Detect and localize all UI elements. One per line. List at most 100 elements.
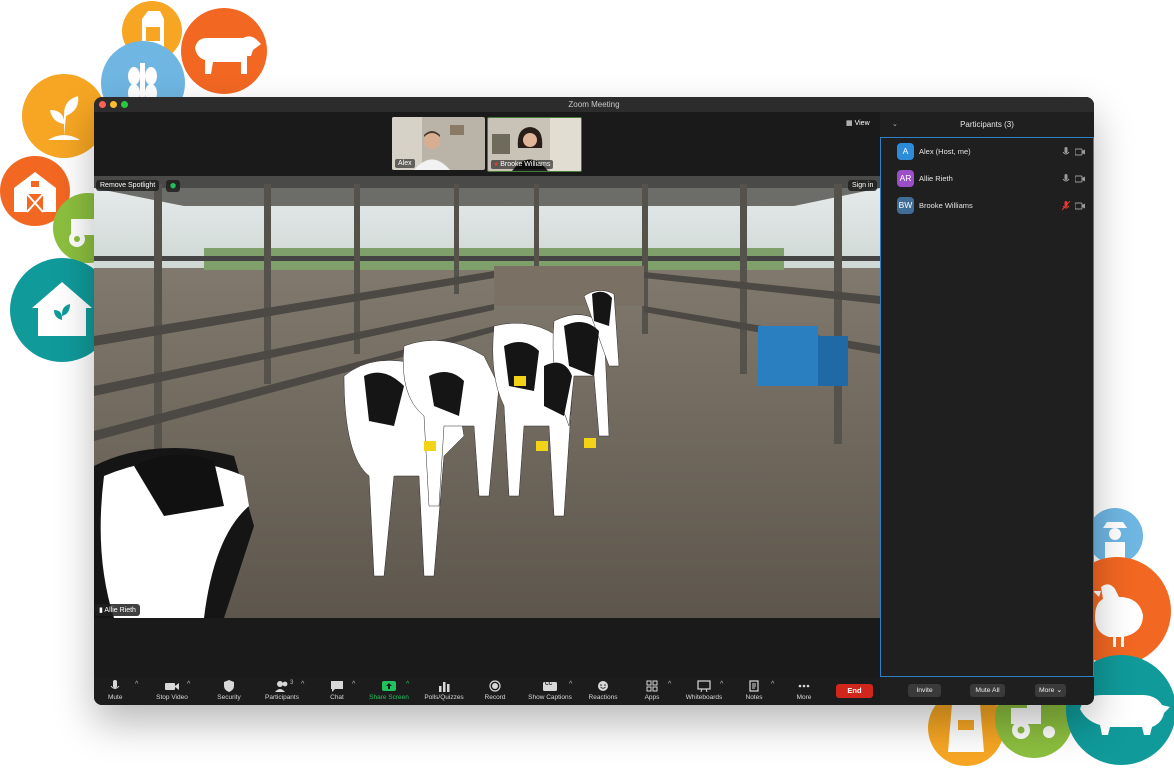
- speaker-name-tag: ▮ Allie Rieth: [95, 604, 140, 616]
- record-icon: [489, 680, 501, 692]
- participant-name: Brooke Williams: [919, 201, 973, 210]
- muted-mic-icon: ●: [494, 161, 499, 168]
- security-shield-icon: [224, 680, 234, 692]
- more-dots-icon: [798, 684, 810, 688]
- share-screen-icon: [382, 681, 396, 691]
- video-camera-icon[interactable]: [1075, 202, 1086, 210]
- sign-in-label: Sign in: [852, 182, 874, 189]
- thumbnail-name-brooke-text: Brooke Williams: [500, 161, 551, 168]
- notes-button[interactable]: Notes: [742, 679, 766, 703]
- video-camera-icon[interactable]: [1075, 175, 1086, 183]
- participant-name: Alex (Host, me): [919, 147, 971, 156]
- view-button[interactable]: ▦ View: [842, 117, 874, 129]
- participants-panel-header: ⌄ Participants (3): [880, 112, 1094, 137]
- notes-options-caret-icon[interactable]: ^: [771, 681, 774, 688]
- cc-badge-text: CC: [545, 681, 553, 687]
- collapse-chevron-icon[interactable]: ⌄: [892, 112, 898, 137]
- meeting-toolbar: Mute ^ Stop Video ^ Security Participant…: [94, 677, 880, 705]
- participants-options-caret-icon[interactable]: ^: [301, 681, 304, 688]
- participants-label: Participants: [265, 694, 299, 701]
- window-title: Zoom Meeting: [568, 100, 620, 109]
- share-options-caret-icon[interactable]: ^: [406, 681, 409, 688]
- participants-icon: [275, 681, 288, 692]
- avatar: AR: [897, 170, 914, 187]
- show-captions-label: Show Captions: [528, 694, 572, 701]
- whiteboard-icon: [697, 680, 711, 692]
- apps-label: Apps: [644, 694, 660, 701]
- whiteboards-options-caret-icon[interactable]: ^: [720, 681, 723, 688]
- mute-all-button[interactable]: Mute All: [970, 684, 1005, 697]
- polls-quizzes-button[interactable]: Polls/Quizzes: [420, 679, 468, 703]
- grid-view-icon: ▦: [846, 120, 853, 127]
- security-label: Security: [217, 694, 241, 701]
- whiteboards-label: Whiteboards: [685, 694, 723, 701]
- thumbnail-brooke-williams[interactable]: ● Brooke Williams: [487, 117, 582, 172]
- participants-panel: ⌄ Participants (3) A Alex (Host, me) AR …: [880, 112, 1094, 705]
- chat-options-caret-icon[interactable]: ^: [352, 681, 355, 688]
- microphone-icon[interactable]: [1062, 147, 1070, 157]
- video-area: Alex ● Brooke Williams ▦ View Remove Spo…: [94, 112, 880, 677]
- participant-row[interactable]: A Alex (Host, me): [881, 138, 1093, 165]
- record-button[interactable]: Record: [480, 679, 510, 703]
- participants-button[interactable]: Participants: [260, 679, 304, 703]
- barn-calves-video-feed: [94, 176, 880, 618]
- more-options-label: More: [1038, 687, 1055, 694]
- thumbnail-alex[interactable]: Alex: [392, 117, 485, 170]
- end-meeting-button[interactable]: End: [836, 684, 873, 698]
- zoom-window: Zoom Meeting Alex ● Brooke Williams ▦ Vi…: [94, 97, 1094, 705]
- invite-button[interactable]: Invite: [908, 684, 941, 697]
- reactions-button[interactable]: Reactions: [585, 679, 621, 703]
- cow-icon: [195, 36, 261, 74]
- cow-badge: [181, 8, 267, 94]
- farmer-badge: [1087, 508, 1143, 564]
- sign-in-button[interactable]: Sign in: [848, 180, 878, 191]
- stop-video-label: Stop Video: [156, 694, 188, 701]
- microphone-icon[interactable]: [1062, 174, 1070, 184]
- remove-spotlight-button[interactable]: Remove Spotlight: [96, 180, 160, 191]
- captions-options-caret-icon[interactable]: ^: [569, 681, 572, 688]
- chat-button[interactable]: Chat: [324, 679, 350, 703]
- microphone-icon: [110, 680, 120, 689]
- notes-icon: [749, 680, 759, 692]
- notes-label: Notes: [745, 694, 763, 701]
- mute-label: Mute: [108, 694, 123, 701]
- participants-list: A Alex (Host, me) AR Allie Rieth BW Broo…: [880, 137, 1094, 677]
- share-screen-label: Share Screen: [369, 694, 409, 701]
- stop-video-button[interactable]: Stop Video: [152, 679, 192, 703]
- smiley-plus-icon: [598, 681, 608, 691]
- participants-panel-title: Participants (3): [960, 120, 1014, 129]
- more-button[interactable]: More: [792, 679, 816, 703]
- avatar: A: [897, 143, 914, 160]
- participants-panel-footer: Invite Mute All More ⌄: [880, 677, 1094, 705]
- apps-button[interactable]: Apps: [640, 679, 664, 703]
- thumbnail-name-alex: Alex: [395, 159, 415, 168]
- muted-microphone-icon[interactable]: [1062, 201, 1070, 211]
- farmer-icon: [1103, 522, 1127, 564]
- avatar: BW: [897, 197, 914, 214]
- spotlight-video: Remove Spotlight ⬢ Sign in ▮ Allie Rieth: [94, 176, 880, 618]
- participant-name: Allie Rieth: [919, 174, 953, 183]
- apps-options-caret-icon[interactable]: ^: [668, 681, 671, 688]
- thumbnail-name-brooke: ● Brooke Williams: [491, 160, 554, 169]
- speaker-name: Allie Rieth: [104, 607, 136, 614]
- record-label: Record: [484, 694, 506, 701]
- chat-bubble-icon: [331, 681, 343, 692]
- title-bar: Zoom Meeting: [94, 97, 1094, 112]
- video-options-caret-icon[interactable]: ^: [187, 681, 190, 688]
- mute-button[interactable]: Mute: [108, 679, 122, 703]
- more-options-button[interactable]: More ⌄: [1035, 684, 1066, 697]
- participant-row[interactable]: AR Allie Rieth: [881, 165, 1093, 192]
- polls-quizzes-label: Polls/Quizzes: [424, 694, 464, 701]
- security-button[interactable]: Security: [212, 679, 246, 703]
- more-label: More: [796, 694, 812, 701]
- bar-chart-icon: [439, 682, 450, 692]
- participants-count: 3: [290, 680, 294, 686]
- participant-row[interactable]: BW Brooke Williams: [881, 192, 1093, 219]
- mute-options-caret-icon[interactable]: ^: [135, 681, 138, 688]
- chat-label: Chat: [330, 694, 344, 701]
- reactions-label: Reactions: [588, 694, 618, 701]
- encryption-shield-icon: ⬢: [166, 180, 181, 192]
- video-camera-icon[interactable]: [1075, 148, 1086, 156]
- remove-spotlight-label: Remove Spotlight: [100, 182, 156, 189]
- video-camera-icon: [165, 683, 179, 690]
